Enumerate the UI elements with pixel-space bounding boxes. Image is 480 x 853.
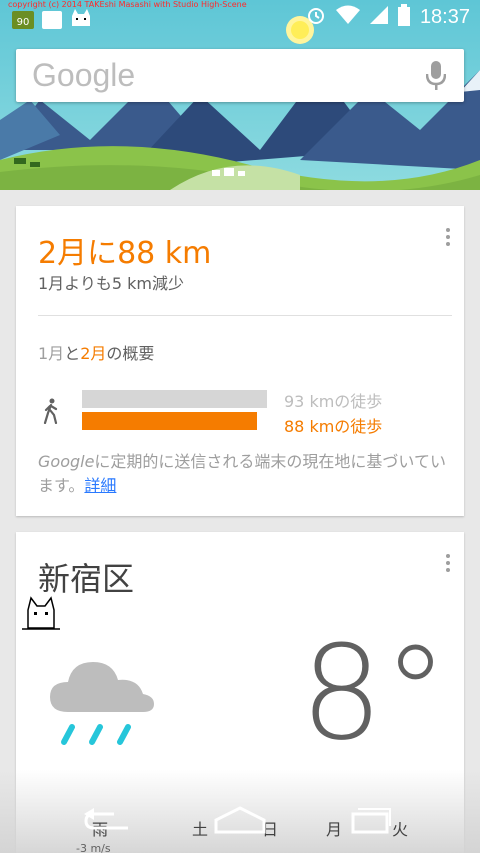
feb-walk-bar	[82, 412, 258, 430]
recent-apps-button[interactable]	[350, 806, 392, 840]
forecast-day: 火	[392, 820, 409, 839]
distance-headline: 2月に88 km	[38, 236, 212, 271]
cat-notification-icon	[70, 8, 92, 32]
overview-feb: 2月	[80, 344, 107, 363]
alarm-icon	[306, 5, 326, 29]
card-menu-icon[interactable]	[446, 228, 452, 249]
details-link[interactable]: 詳細	[84, 476, 116, 495]
notification-icon	[42, 11, 62, 29]
location-note: Googleに定期的に送信される端末の現在地に基づいています。詳細	[38, 450, 448, 498]
overview-heading: 1月と2月の概要	[38, 340, 154, 364]
cat-mascot-icon	[22, 596, 60, 636]
jan-walk-bar	[82, 390, 267, 408]
jan-walk-label: 93 kmの徒歩	[284, 392, 383, 411]
overview-and: と	[64, 344, 81, 363]
distance-comparison: 1月よりも5 km減少	[38, 274, 184, 293]
google-logo: Google	[32, 57, 136, 93]
forecast-day: 土	[192, 820, 209, 839]
temperature: 8°	[300, 617, 448, 769]
back-button[interactable]	[82, 806, 132, 840]
battery-icon	[397, 4, 410, 30]
google-search-bar[interactable]: Google	[16, 49, 464, 102]
walking-icon	[42, 398, 60, 428]
signal-icon	[369, 5, 388, 29]
home-button[interactable]	[214, 806, 266, 840]
divider	[38, 315, 452, 316]
overview-jan: 1月	[38, 344, 65, 363]
rain-cloud-icon	[48, 652, 158, 761]
weather-location: 新宿区	[38, 560, 135, 598]
feb-walk-label: 88 kmの徒歩	[284, 417, 383, 436]
note-google: Google	[38, 452, 95, 471]
clock: 18:37	[419, 5, 470, 28]
overview-suffix: の概要	[106, 344, 155, 363]
battery-level-badge: 90	[12, 11, 34, 29]
card-menu-icon[interactable]	[446, 554, 452, 575]
wind-speed: -3 m/s	[76, 842, 111, 853]
walking-summary-card[interactable]: 2月に88 km 1月よりも5 km減少 1月と2月の概要 93 kmの徒歩 8…	[16, 206, 464, 516]
mic-icon[interactable]	[425, 61, 447, 95]
status-bar: copyright (c) 2014 TAKEshi Masashi with …	[0, 0, 480, 34]
forecast-day: 月	[326, 820, 343, 839]
wifi-icon	[335, 5, 360, 29]
